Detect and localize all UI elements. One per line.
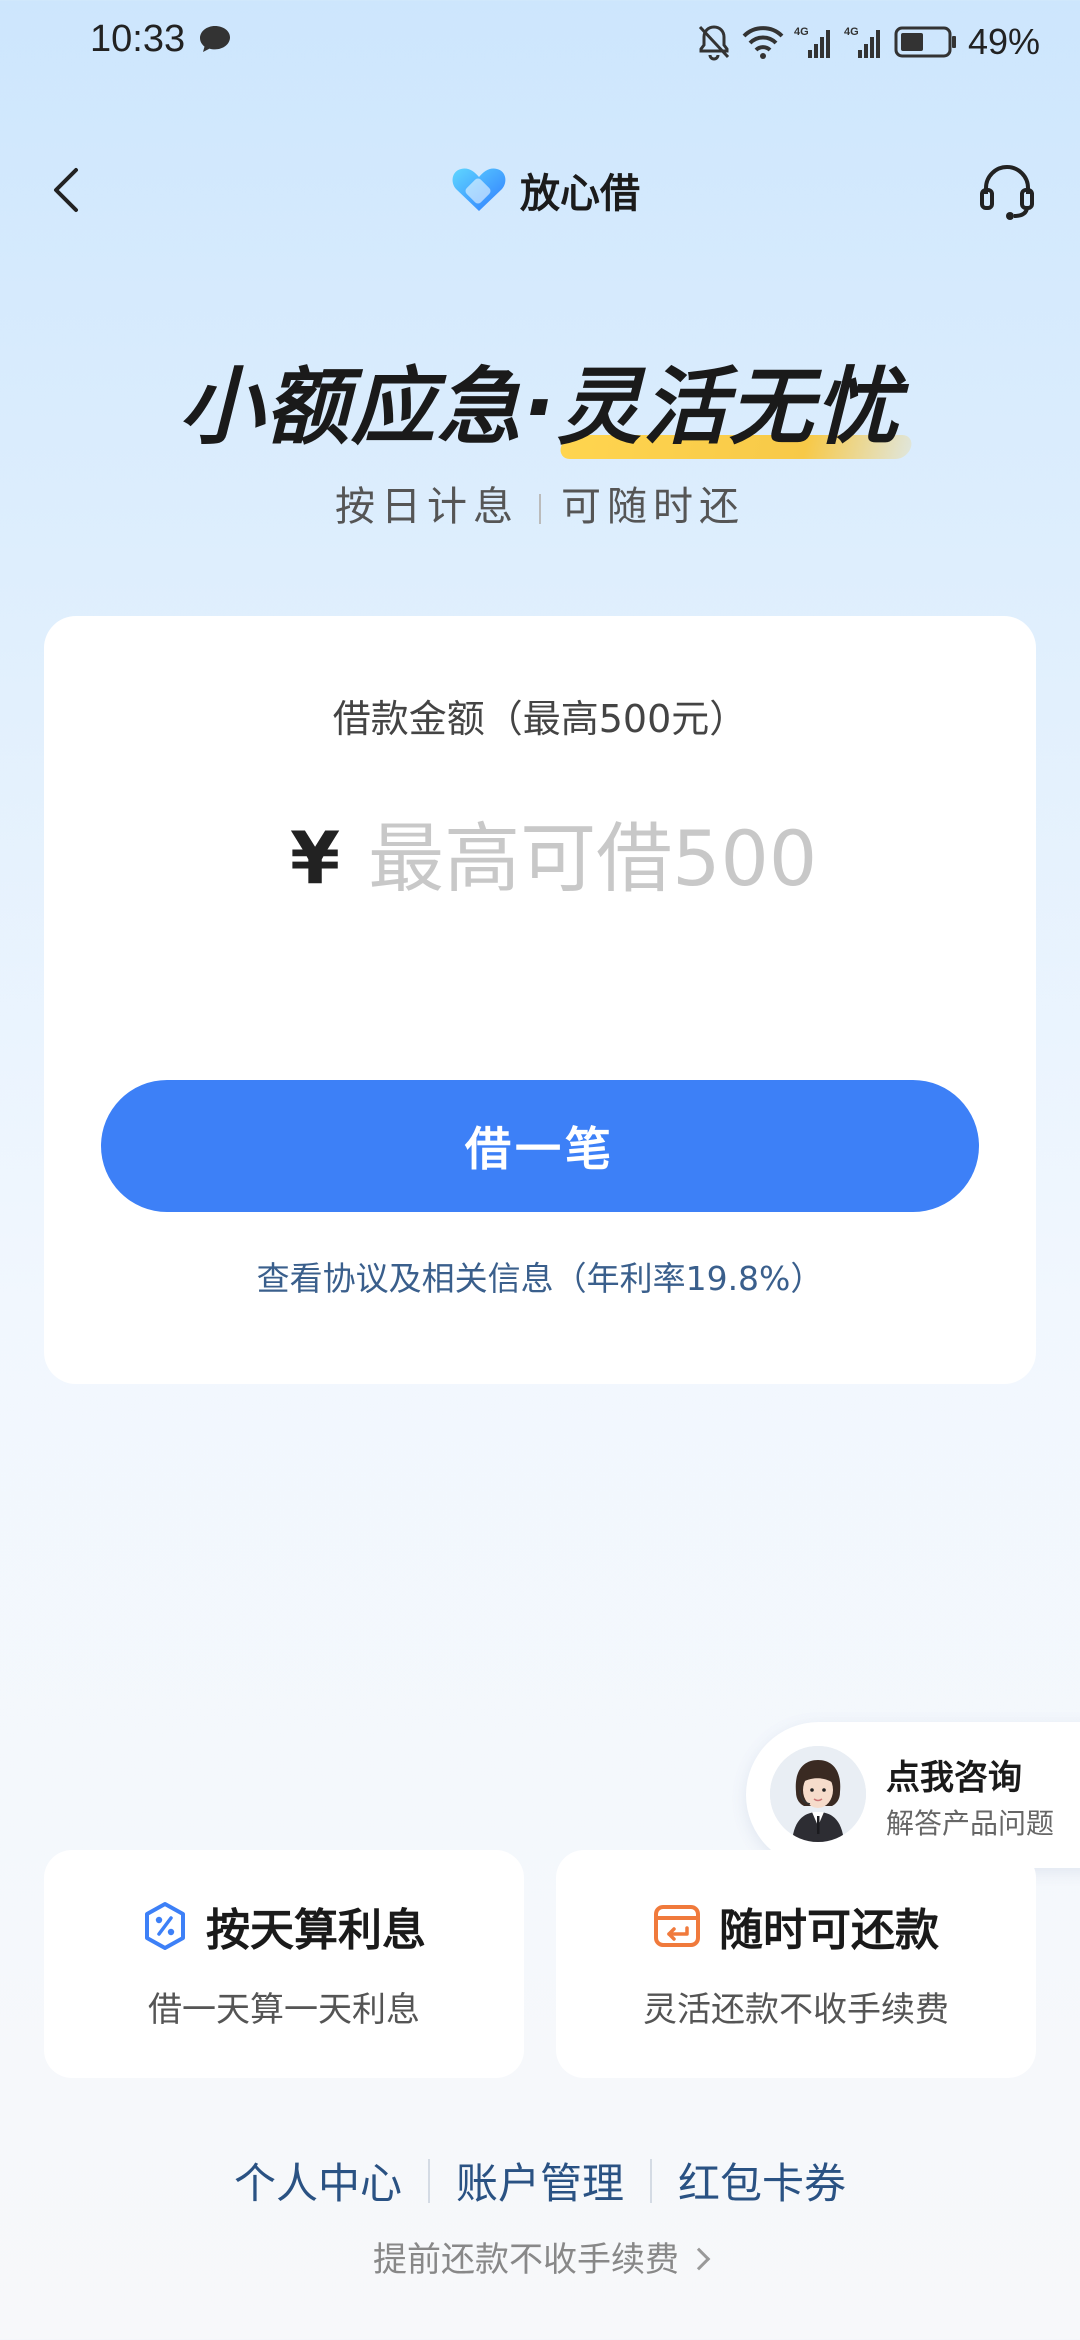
signal-4g-icon: 4G bbox=[794, 26, 830, 58]
battery-icon bbox=[894, 26, 956, 58]
account-management-link[interactable]: 账户管理 bbox=[430, 2150, 650, 2211]
hero-subtitle-divider bbox=[539, 494, 541, 524]
agreement-link[interactable]: 查看协议及相关信息（年利率19.8%） bbox=[44, 1252, 1036, 1300]
footer-links: 个人中心 账户管理 红包卡券 bbox=[0, 2150, 1080, 2211]
chevron-right-icon bbox=[687, 2247, 711, 2270]
early-repay-note[interactable]: 提前还款不收手续费 bbox=[0, 2232, 1080, 2281]
coupons-link[interactable]: 红包卡券 bbox=[652, 2150, 872, 2211]
brand: 放心借 bbox=[450, 162, 640, 218]
status-icons: 4G 4G 49% bbox=[696, 18, 1040, 66]
avatar bbox=[770, 1746, 866, 1842]
bell-muted-icon bbox=[698, 25, 730, 61]
card-return-icon bbox=[654, 1905, 700, 1947]
early-repay-text: 提前还款不收手续费 bbox=[373, 2240, 679, 2280]
consult-subtitle: 解答产品问题 bbox=[886, 1807, 1055, 1840]
hero-subtitle-left: 按日计息 bbox=[335, 484, 519, 530]
consult-bubble[interactable]: 点我咨询 解答产品问题 bbox=[746, 1722, 1080, 1868]
feature-title: 随时可还款 bbox=[719, 1905, 939, 1956]
brand-name: 放心借 bbox=[520, 171, 640, 217]
amount-input[interactable] bbox=[368, 813, 929, 903]
loan-card: 借款金额（最高500元） ¥ 借一笔 查看协议及相关信息（年利率19.8%） bbox=[44, 616, 1036, 1384]
percent-badge-icon bbox=[145, 1902, 185, 1950]
chevron-left-icon bbox=[54, 168, 78, 212]
feature-desc: 灵活还款不收手续费 bbox=[643, 1990, 949, 2030]
feature-title: 按天算利息 bbox=[206, 1905, 426, 1956]
battery-percent: 49% bbox=[967, 21, 1040, 62]
wifi-icon bbox=[742, 26, 784, 59]
amount-label: 借款金额（最高500元） bbox=[332, 697, 748, 741]
feature-card-repay: 随时可还款 灵活还款不收手续费 bbox=[556, 1850, 1036, 2078]
back-button[interactable] bbox=[36, 158, 100, 222]
currency-symbol: ¥ bbox=[290, 816, 341, 900]
hero-title-part2: 灵活无忧 bbox=[557, 340, 901, 461]
svg-text:4G: 4G bbox=[844, 26, 859, 38]
nav-bar: 放心借 bbox=[0, 140, 1080, 240]
hero-subtitle-right: 可随时还 bbox=[561, 484, 745, 530]
hero-subtitle: 按日计息 可随时还 bbox=[0, 474, 1080, 532]
customer-service-button[interactable] bbox=[974, 158, 1040, 224]
brand-logo-icon bbox=[452, 168, 506, 211]
headset-icon bbox=[980, 165, 1034, 220]
consult-title: 点我咨询 bbox=[886, 1758, 1022, 1798]
hero-title: 小额应急·灵活无忧 bbox=[0, 340, 1080, 461]
amount-row: ¥ bbox=[290, 808, 929, 908]
message-icon bbox=[200, 26, 230, 52]
signal-4g-icon: 4G bbox=[844, 26, 880, 58]
hero-title-part1: 小额应急· bbox=[179, 358, 557, 456]
borrow-button[interactable]: 借一笔 bbox=[101, 1080, 979, 1212]
feature-card-interest: 按天算利息 借一天算一天利息 bbox=[44, 1850, 524, 2078]
feature-desc: 借一天算一天利息 bbox=[148, 1990, 420, 2030]
svg-text:4G: 4G bbox=[794, 26, 809, 38]
personal-center-link[interactable]: 个人中心 bbox=[208, 2150, 428, 2211]
status-bar: 10:33 4G 4G 49% bbox=[0, 0, 1080, 84]
status-time: 10:33 bbox=[90, 18, 186, 60]
